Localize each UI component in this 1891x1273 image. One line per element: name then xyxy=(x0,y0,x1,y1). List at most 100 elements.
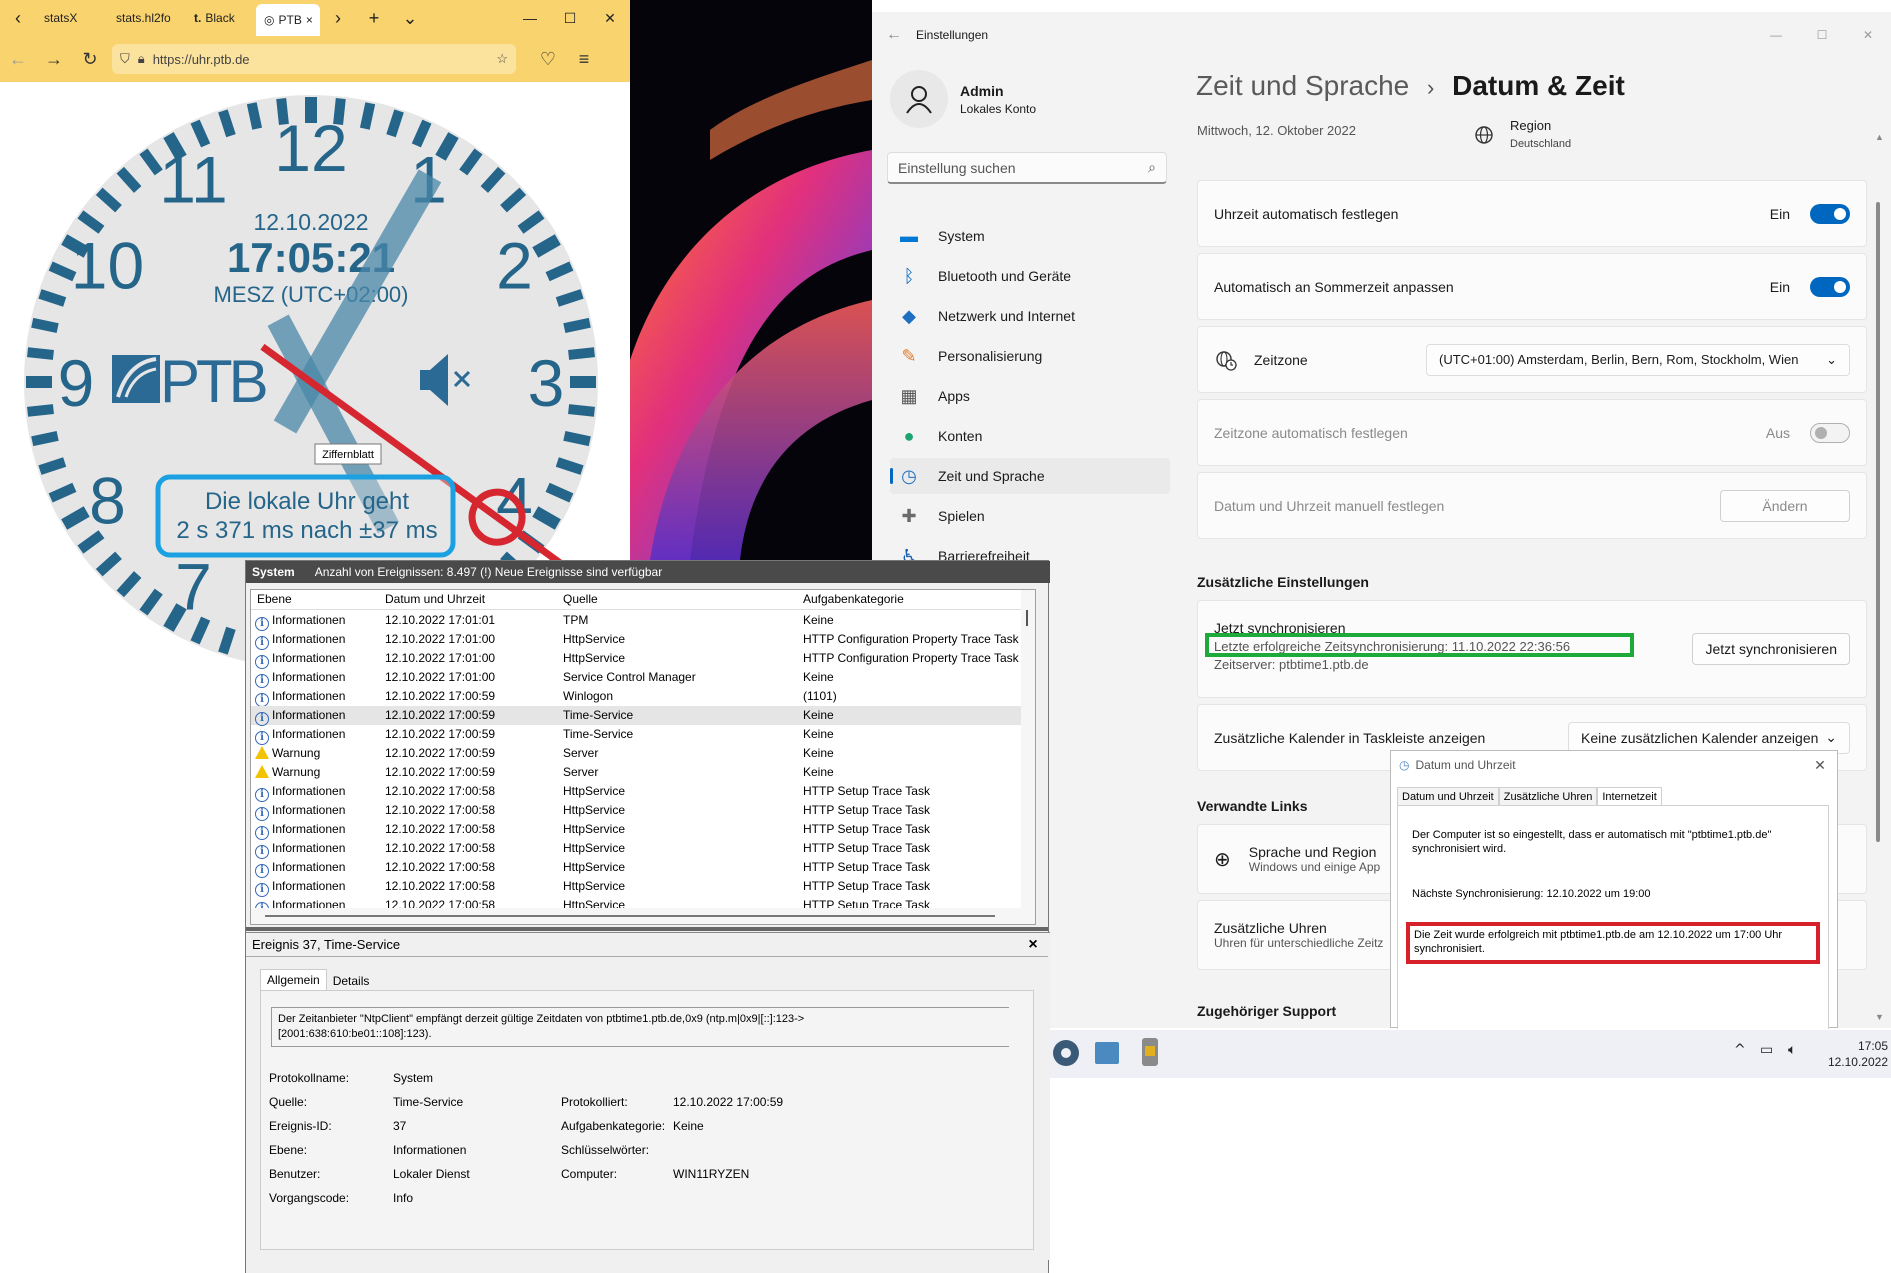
tab-date-time[interactable]: Datum und Uhrzeit xyxy=(1397,787,1499,806)
table-row[interactable]: iInformationen 12.10.2022 17:00:58 HttpSer… xyxy=(251,839,1035,859)
information-icon: i xyxy=(255,788,269,802)
taskbar-settings-gear-icon[interactable] xyxy=(1053,1040,1079,1066)
table-row[interactable]: iInformationen 12.10.2022 17:00:58 HttpSer… xyxy=(251,820,1035,840)
field-value[interactable]: Keine xyxy=(673,1119,704,1133)
close-icon[interactable]: ✕ xyxy=(590,10,630,27)
event-level: Informationen xyxy=(272,803,346,817)
menu-icon[interactable]: ≡ xyxy=(566,49,602,70)
tray-expand-icon[interactable]: ^ xyxy=(1734,1042,1746,1058)
sidebar-item-zeit-und-sprache[interactable]: ◷ Zeit und Sprache xyxy=(890,458,1170,494)
field-value[interactable]: System xyxy=(393,1071,433,1085)
sidebar-item-netzwerk-und-internet[interactable]: ◆ Netzwerk und Internet xyxy=(890,298,1170,334)
breadcrumb-parent[interactable]: Zeit und Sprache xyxy=(1196,70,1409,101)
volume-icon[interactable]: 🔈︎ xyxy=(1788,1042,1796,1058)
table-row[interactable]: i Informationen 12.10.2022 17:01:00 HttpSer… xyxy=(251,649,1035,669)
close-icon[interactable]: ✕ xyxy=(1845,28,1891,42)
table-row[interactable]: iInformationen 12.10.2022 17:00:58 HttpSer… xyxy=(251,858,1035,878)
bookmark-star-icon[interactable]: ☆ xyxy=(496,51,508,67)
tab-close-icon[interactable]: × xyxy=(306,13,313,27)
table-row[interactable]: i Informationen 12.10.2022 17:01:00 HttpSer… xyxy=(251,630,1035,650)
minimize-icon[interactable]: — xyxy=(510,10,550,26)
sidebar-item-apps[interactable]: ▦ Apps xyxy=(890,378,1170,414)
timezone-select[interactable]: (UTC+01:00) Amsterdam, Berlin, Bern, Rom… xyxy=(1426,343,1850,376)
settings-search-input[interactable]: Einstellung suchen ⌕ xyxy=(887,152,1167,184)
calendar-select[interactable]: Keine zusätzlichen Kalender anzeigen ⌄ xyxy=(1568,721,1850,754)
field-value[interactable]: Info xyxy=(393,1191,413,1205)
scrollbar-thumb[interactable] xyxy=(1876,202,1880,842)
column-task-category[interactable]: Aufgabenkategorie xyxy=(803,592,904,606)
tab-list-icon[interactable]: ⌄ xyxy=(392,8,428,29)
field-value[interactable]: Time-Service xyxy=(393,1095,463,1109)
column-level[interactable]: Ebene xyxy=(257,592,292,606)
tab-scroll-left-icon[interactable]: ‹ xyxy=(0,8,36,29)
event-list-hscroll[interactable] xyxy=(251,908,1021,924)
table-row[interactable]: i Informationen 12.10.2022 17:00:59 Winlogo… xyxy=(251,687,1035,707)
pocket-icon[interactable]: ♡ xyxy=(530,49,566,70)
network-status-icon[interactable]: ▭ xyxy=(1760,1042,1773,1058)
auto-timezone-toggle[interactable] xyxy=(1810,422,1850,443)
field-value[interactable]: WIN11RYZEN xyxy=(673,1167,749,1181)
tab-general[interactable]: Allgemein xyxy=(260,969,327,990)
tab-stats[interactable]: stats.hl2fo xyxy=(108,4,186,32)
table-row[interactable]: i Informationen 12.10.2022 17:01:01 TPM Kein… xyxy=(251,611,1035,631)
table-row[interactable]: iInformationen 12.10.2022 17:00:58 HttpSer… xyxy=(251,782,1035,802)
sync-now-button[interactable]: Jetzt synchronisieren xyxy=(1692,633,1850,665)
back-icon[interactable]: ← xyxy=(0,49,36,70)
change-button[interactable]: Ändern xyxy=(1720,489,1850,522)
table-row[interactable]: i Informationen 12.10.2022 17:00:59 Time-Se… xyxy=(251,706,1035,726)
tab-statsx[interactable]: statsX xyxy=(36,4,108,32)
user-name: Admin xyxy=(960,83,1004,99)
tab-scroll-right-icon[interactable]: › xyxy=(320,8,356,29)
minimize-icon[interactable]: — xyxy=(1753,28,1799,42)
table-row[interactable]: Warnung 12.10.2022 17:00:59 Server Keine xyxy=(251,744,1035,763)
tab-black[interactable]: t. Black xyxy=(186,4,256,32)
window-title: Einstellungen xyxy=(916,28,989,42)
sidebar-item-spielen[interactable]: ✚ Spielen xyxy=(890,498,1170,534)
field-value[interactable]: Informationen xyxy=(393,1143,466,1157)
sidebar-item-konten[interactable]: ● Konten xyxy=(890,418,1170,454)
maximize-icon[interactable]: ☐ xyxy=(550,10,590,27)
event-detail-close-icon[interactable]: × xyxy=(1018,936,1048,954)
tab-details[interactable]: Details xyxy=(327,969,376,990)
taskbar-event-viewer-icon[interactable] xyxy=(1142,1038,1158,1066)
dialog-title: Datum und Uhrzeit xyxy=(1415,758,1516,772)
field-value[interactable]: 37 xyxy=(393,1119,406,1133)
apps-icon: ▦ xyxy=(900,385,918,406)
column-source[interactable]: Quelle xyxy=(563,592,598,606)
deviation-line-1: Die lokale Uhr geht xyxy=(205,488,409,515)
avatar[interactable] xyxy=(890,70,948,128)
event-source: Service Control Manager xyxy=(563,670,696,684)
calendar-label: Zusätzliche Kalender in Taskleiste anzei… xyxy=(1214,729,1486,746)
forward-icon[interactable]: → xyxy=(36,49,72,70)
field-value[interactable]: 12.10.2022 17:00:59 xyxy=(673,1095,783,1109)
dialog-close-icon[interactable]: ✕ xyxy=(1803,757,1837,774)
taskbar-network-app-icon[interactable] xyxy=(1095,1042,1119,1064)
reload-icon[interactable]: ↻ xyxy=(72,49,108,70)
dst-toggle[interactable] xyxy=(1810,276,1850,297)
tab-additional-clocks[interactable]: Zusätzliche Uhren xyxy=(1498,787,1598,806)
field-value[interactable]: Lokaler Dienst xyxy=(393,1167,470,1181)
table-row[interactable]: Warnung 12.10.2022 17:00:59 Server Keine xyxy=(251,763,1035,782)
table-row[interactable]: iInformationen 12.10.2022 17:00:58 HttpSer… xyxy=(251,877,1035,897)
table-row[interactable]: i Informationen 12.10.2022 17:00:59 Time-Se… xyxy=(251,725,1035,745)
url-bar[interactable]: ⛉ 🔒︎ https://uhr.ptb.de ☆ xyxy=(112,44,516,74)
pane-splitter[interactable] xyxy=(246,927,1048,931)
auto-time-toggle[interactable] xyxy=(1810,203,1850,224)
tab-internet-time[interactable]: Internetzeit xyxy=(1597,787,1662,806)
sidebar-item-bluetooth-und-geräte[interactable]: ᛒ Bluetooth und Geräte xyxy=(890,258,1170,294)
taskbar-clock[interactable]: 17:05 12.10.2022 xyxy=(1820,1038,1888,1070)
sidebar-item-personalisierung[interactable]: ✎ Personalisierung xyxy=(890,338,1170,374)
sidebar-item-system[interactable]: ▬ System xyxy=(890,218,1170,254)
table-row[interactable]: iInformationen 12.10.2022 17:00:58 HttpSer… xyxy=(251,801,1035,821)
table-row[interactable]: i Informationen 12.10.2022 17:01:00 Service… xyxy=(251,668,1035,688)
back-arrow-icon[interactable]: ← xyxy=(872,26,916,44)
maximize-icon[interactable]: ☐ xyxy=(1799,28,1845,42)
event-message[interactable]: Der Zeitanbieter "NtpClient" empfängt de… xyxy=(271,1007,1009,1047)
new-tab-icon[interactable]: + xyxy=(356,8,392,29)
scrollbar[interactable]: ▲ ▼ xyxy=(1875,132,1884,1022)
related-links-heading: Verwandte Links xyxy=(1197,798,1308,814)
event-list-vscroll[interactable] xyxy=(1021,590,1035,924)
column-datetime[interactable]: Datum und Uhrzeit xyxy=(385,592,485,606)
event-level: Informationen xyxy=(272,879,346,893)
tab-ptb[interactable]: ◎ PTB × xyxy=(256,4,320,36)
